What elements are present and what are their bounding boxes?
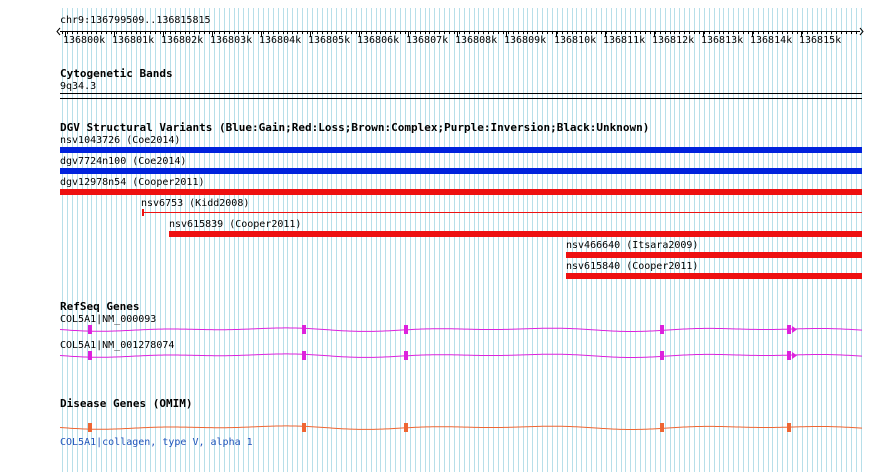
exon-block: [302, 351, 306, 360]
exon-block: [660, 351, 664, 360]
ruler-tick-label: 136814k: [750, 35, 793, 46]
exon-block: [787, 423, 791, 432]
omim-track-title: Disease Genes (OMIM): [60, 397, 193, 410]
exon-block: [660, 325, 664, 334]
variant-label[interactable]: nsv1043726 (Coe2014): [60, 135, 180, 146]
variant-label[interactable]: nsv615839 (Cooper2011): [169, 219, 301, 230]
ruler-tick-label: 136800k: [63, 35, 106, 46]
ruler-tick-label: 136804k: [259, 35, 302, 46]
variant-label[interactable]: dgv12978n54 (Cooper2011): [60, 177, 205, 188]
variant-bar-loss[interactable]: [566, 273, 862, 279]
exon-block: [404, 423, 408, 432]
ruler-tick-label: 136801k: [112, 35, 155, 46]
cytoband-rule-top: [60, 93, 862, 94]
ruler-tick-label: 136815k: [799, 35, 842, 46]
ruler-tick-label: 136811k: [603, 35, 646, 46]
exon-block: [88, 325, 92, 334]
ruler-tick-label: 136803k: [210, 35, 253, 46]
location-label: chr9:136799509..136815815: [60, 15, 211, 26]
ruler-tick-label: 136802k: [161, 35, 204, 46]
intron-line: [59, 327, 863, 332]
dgv-track-title: DGV Structural Variants (Blue:Gain;Red:L…: [60, 121, 650, 134]
cytoband-rule-bottom: [60, 98, 862, 99]
exon-block: [302, 325, 306, 334]
ruler-tick-label: 136806k: [357, 35, 400, 46]
exon-block: [660, 423, 664, 432]
variant-label[interactable]: nsv615840 (Cooper2011): [566, 261, 698, 272]
exon-block: [787, 325, 791, 334]
ruler-tick-label: 136807k: [406, 35, 449, 46]
omim-gene-label[interactable]: COL5A1|collagen, type V, alpha 1: [60, 437, 253, 448]
variant-label[interactable]: nsv466640 (Itsara2009): [566, 240, 698, 251]
refseq-track-title: RefSeq Genes: [60, 300, 140, 313]
intron-line: [59, 425, 863, 430]
exon-block: [302, 423, 306, 432]
gene-model[interactable]: [0, 348, 890, 364]
exon-block: [88, 351, 92, 360]
cytoband-track-title: Cytogenetic Bands: [60, 67, 173, 80]
variant-bar-gain[interactable]: [60, 147, 862, 153]
ruler-tick-label: 136805k: [308, 35, 351, 46]
strand-arrow-icon: [792, 352, 797, 359]
strand-arrow-icon: [792, 326, 797, 333]
ruler-tick-label: 136808k: [455, 35, 498, 46]
variant-label[interactable]: dgv7724n100 (Coe2014): [60, 156, 186, 167]
variant-bar-loss[interactable]: [60, 189, 862, 195]
exon-block: [404, 351, 408, 360]
ruler-tick-label: 136812k: [652, 35, 695, 46]
variant-bar-loss[interactable]: [566, 252, 862, 258]
exon-block: [404, 325, 408, 334]
exon-block: [88, 423, 92, 432]
ruler-tick-label: 136810k: [554, 35, 597, 46]
variant-bar-gain[interactable]: [60, 168, 862, 174]
omim-gene-model[interactable]: [0, 420, 890, 436]
intron-line: [59, 353, 863, 358]
variant-label[interactable]: nsv6753 (Kidd2008): [141, 198, 249, 209]
ruler-tick-label: 136813k: [701, 35, 744, 46]
ruler-tick-label: 136809k: [504, 35, 547, 46]
gene-model[interactable]: [0, 322, 890, 338]
variant-bar-loss-thin[interactable]: [142, 212, 862, 213]
variant-bar-loss-start-tick: [142, 209, 144, 216]
exon-block: [787, 351, 791, 360]
variant-bar-loss[interactable]: [169, 231, 862, 237]
cytoband-label[interactable]: 9q34.3: [60, 81, 96, 92]
